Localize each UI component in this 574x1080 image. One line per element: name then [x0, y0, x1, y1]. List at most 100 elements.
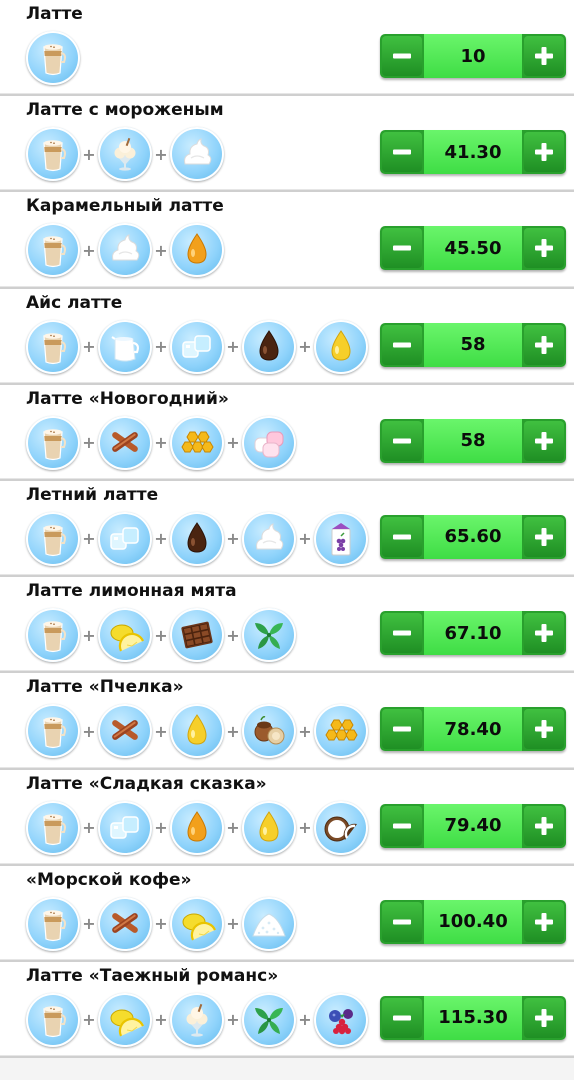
increment-button[interactable] — [524, 901, 564, 942]
latte-icon — [26, 415, 80, 470]
milk-jug-icon — [98, 319, 152, 374]
honeycomb-icon — [170, 415, 224, 470]
plus-sign-icon: + — [226, 625, 240, 645]
marshmallow-icon — [242, 415, 296, 470]
plus-sign-icon: + — [226, 1010, 240, 1030]
ingredient-list: + + + — [26, 896, 296, 952]
plus-sign-icon: + — [82, 818, 96, 837]
quantity-value[interactable]: 67.10 — [424, 611, 522, 656]
quantity-value[interactable]: 58 — [424, 322, 522, 367]
quantity-stepper: 45.50 — [380, 226, 566, 271]
ice-cubes-icon — [98, 800, 152, 855]
decrement-button[interactable] — [382, 613, 422, 654]
quantity-stepper: 41.30 — [380, 130, 566, 175]
recipe-title: Латте — [26, 4, 83, 24]
recipe-row: Латте лимонная мята + + +67.10 — [0, 577, 574, 674]
quantity-value[interactable]: 100.40 — [424, 899, 522, 944]
plus-sign-icon: + — [82, 721, 96, 741]
recipe-row: Латте с мороженым + + 41.30 — [0, 96, 574, 193]
ingredient-list: + + — [26, 126, 224, 182]
minus-icon — [393, 534, 411, 540]
lemon-icon — [98, 608, 152, 663]
quantity-value[interactable]: 78.40 — [424, 707, 522, 752]
decrement-button[interactable] — [382, 132, 422, 173]
decrement-button[interactable] — [382, 901, 422, 942]
plus-sign-icon: + — [154, 144, 168, 164]
ingredient-list: + + + + — [26, 992, 368, 1048]
latte-icon — [26, 31, 80, 85]
increment-button[interactable] — [524, 228, 564, 269]
quantity-value[interactable]: 58 — [424, 418, 522, 463]
plus-sign-icon: + — [154, 337, 168, 357]
minus-icon — [393, 245, 411, 251]
increment-button[interactable] — [524, 997, 564, 1038]
decrement-button[interactable] — [382, 420, 422, 461]
recipe-row: «Морской кофе» + + + 100.40 — [0, 865, 574, 962]
plus-icon — [535, 143, 553, 162]
quantity-value[interactable]: 115.30 — [424, 995, 522, 1040]
increment-button[interactable] — [524, 132, 564, 173]
recipe-row: Латте «Пчелка» + + + +78.40 — [0, 673, 574, 770]
decrement-button[interactable] — [382, 709, 422, 750]
minus-icon — [393, 1015, 411, 1021]
decrement-button[interactable] — [382, 516, 422, 557]
increment-button[interactable] — [524, 516, 564, 557]
quantity-value[interactable]: 45.50 — [424, 226, 522, 271]
cinnamon-icon — [98, 896, 152, 951]
plus-icon — [535, 47, 553, 65]
minus-icon — [393, 919, 411, 925]
minus-icon — [393, 726, 411, 732]
decrement-button[interactable] — [382, 324, 422, 365]
quantity-value[interactable]: 79.40 — [424, 803, 522, 848]
increment-button[interactable] — [524, 709, 564, 750]
ingredient-list: + + — [26, 222, 224, 278]
quantity-stepper: 79.40 — [380, 803, 566, 848]
recipe-title: Айс латте — [26, 292, 123, 313]
plus-sign-icon: + — [226, 433, 240, 453]
quantity-stepper: 78.40 — [380, 707, 566, 752]
quantity-value[interactable]: 65.60 — [424, 514, 522, 559]
latte-icon — [26, 608, 80, 663]
quantity-value[interactable]: 10 — [424, 34, 522, 78]
quantity-stepper: 65.60 — [380, 514, 566, 559]
plus-icon — [535, 720, 553, 739]
recipe-title: «Морской кофе» — [26, 869, 192, 890]
honey-drop-icon — [170, 704, 224, 759]
plus-sign-icon: + — [82, 433, 96, 453]
latte-icon — [26, 992, 80, 1047]
ice-cream-icon — [170, 992, 224, 1047]
plus-icon — [535, 431, 553, 450]
ingredient-list: + + + + — [26, 319, 368, 375]
recipe-title: Карамельный латте — [26, 196, 224, 217]
hazelnut-icon — [242, 704, 296, 759]
plus-sign-icon: + — [82, 240, 96, 260]
increment-button[interactable] — [524, 420, 564, 461]
decrement-button[interactable] — [382, 805, 422, 846]
decrement-button[interactable] — [382, 997, 422, 1038]
latte-icon — [26, 223, 80, 278]
plus-sign-icon: + — [82, 625, 96, 645]
minus-icon — [393, 438, 411, 444]
quantity-stepper: 58 — [380, 322, 566, 367]
recipe-title: Летний латте — [26, 484, 159, 505]
decrement-button[interactable] — [382, 228, 422, 269]
increment-button[interactable] — [524, 805, 564, 846]
recipe-row: Летний латте + + + +65.60 — [0, 480, 574, 578]
ingredient-list: + + + — [26, 607, 296, 663]
plus-sign-icon: + — [298, 721, 312, 741]
quantity-value[interactable]: 41.30 — [424, 130, 522, 175]
lemon-icon — [98, 992, 152, 1047]
recipe-title: Латте с мороженым — [26, 100, 224, 121]
recipe-list: Латте 10 Латте с мороженым + +41.30 Карамельн… — [0, 0, 574, 1080]
recipe-row: Латте «Таежный романс» + + + +115.30 — [0, 961, 574, 1059]
recipe-row: Карамельный латте + + 45.50 — [0, 192, 574, 289]
quantity-stepper: 58 — [380, 418, 566, 463]
increment-button[interactable] — [524, 613, 564, 654]
plus-sign-icon: + — [298, 818, 312, 837]
berries-icon — [314, 992, 368, 1047]
increment-button[interactable] — [524, 36, 564, 76]
whipped-cream-icon — [242, 511, 296, 566]
decrement-button[interactable] — [382, 36, 422, 76]
increment-button[interactable] — [524, 324, 564, 365]
plus-sign-icon: + — [154, 625, 168, 645]
